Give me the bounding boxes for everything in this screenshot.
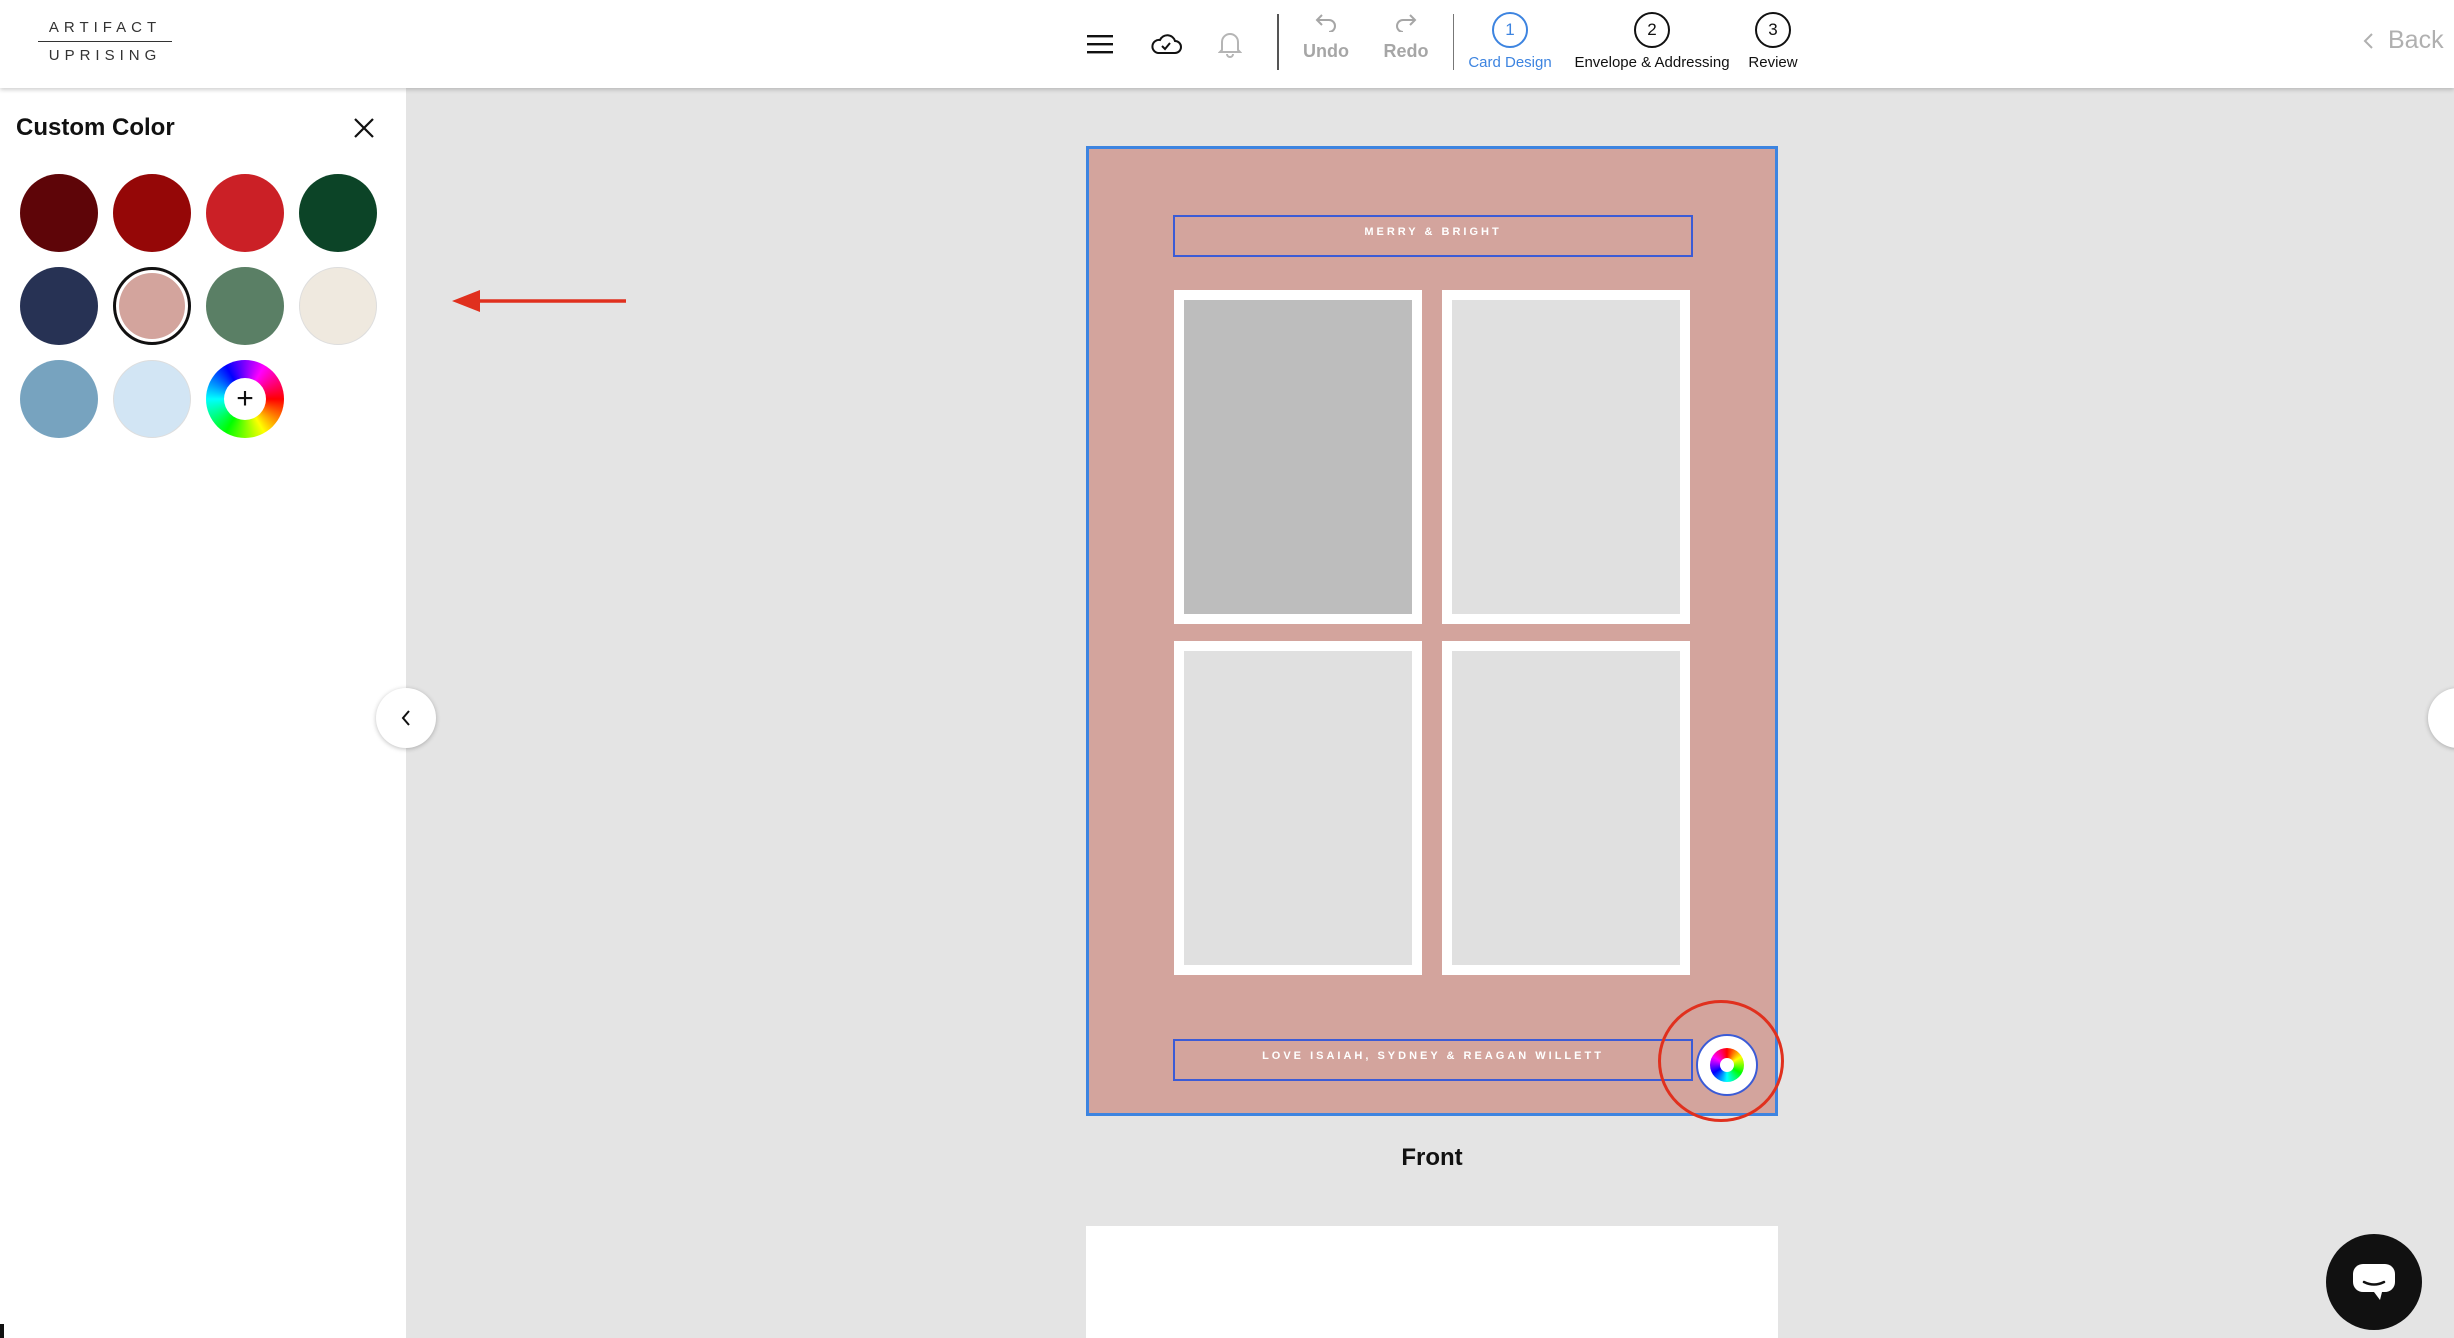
card-front[interactable]: MERRY & BRIGHT LOVE ISAIAH, SYDNEY & REA… xyxy=(1086,146,1778,1116)
chat-button[interactable] xyxy=(2326,1234,2422,1330)
next-page-button[interactable] xyxy=(2428,688,2454,748)
color-swatch[interactable] xyxy=(20,174,98,252)
previous-page-button[interactable] xyxy=(376,688,436,748)
chevron-left-icon xyxy=(2363,32,2373,49)
back-label: Back xyxy=(2388,26,2444,54)
undo-label: Undo xyxy=(1303,41,1349,61)
notifications-button[interactable] xyxy=(1212,24,1248,64)
photo-placeholder xyxy=(1184,651,1412,965)
bell-icon xyxy=(1218,33,1242,58)
chevron-left-icon xyxy=(401,710,410,726)
step-number: 3 xyxy=(1755,12,1791,48)
undo-icon xyxy=(1315,14,1336,33)
photo-placeholder xyxy=(1184,300,1412,614)
panel-title: Custom Color xyxy=(16,114,175,141)
chat-bubble-icon xyxy=(2353,1264,2395,1300)
redo-button[interactable]: Redo xyxy=(1374,12,1438,62)
toolbar-divider xyxy=(1277,14,1279,70)
logo-line-1: ARTIFACT xyxy=(48,19,162,36)
color-swatch-selected[interactable] xyxy=(113,267,191,345)
card-back[interactable] xyxy=(1086,1226,1778,1338)
step-number: 2 xyxy=(1634,12,1670,48)
custom-color-panel: Custom Color + xyxy=(0,88,406,1338)
color-swatch[interactable] xyxy=(113,174,191,252)
color-swatch[interactable] xyxy=(206,267,284,345)
photo-placeholder xyxy=(1452,300,1680,614)
color-swatch[interactable] xyxy=(299,267,377,345)
top-bar: ARTIFACT UPRISING Undo Redo 1 Card Desig… xyxy=(0,0,2454,88)
color-swatch[interactable] xyxy=(20,267,98,345)
close-panel-button[interactable] xyxy=(350,114,378,142)
photo-placeholder xyxy=(1452,651,1680,965)
toolbar-divider xyxy=(1453,14,1454,70)
signature-text-box[interactable]: LOVE ISAIAH, SYDNEY & REAGAN WILLETT xyxy=(1173,1039,1693,1081)
plus-icon: + xyxy=(224,378,266,420)
annotation-arrow xyxy=(452,290,626,312)
step-number: 1 xyxy=(1492,12,1528,48)
color-swatch[interactable] xyxy=(20,360,98,438)
photo-slot[interactable] xyxy=(1442,290,1690,624)
color-swatch[interactable] xyxy=(113,360,191,438)
annotation-circle xyxy=(1658,1000,1784,1122)
logo-divider xyxy=(38,41,172,42)
hamburger-icon xyxy=(1087,35,1113,54)
brand-logo[interactable]: ARTIFACT UPRISING xyxy=(38,18,172,66)
photo-slot[interactable] xyxy=(1174,290,1422,624)
step-label: Review xyxy=(1748,54,1798,71)
greeting-text-box[interactable]: MERRY & BRIGHT xyxy=(1173,215,1693,257)
redo-icon xyxy=(1396,14,1417,33)
color-swatch[interactable] xyxy=(206,174,284,252)
close-icon xyxy=(354,118,374,138)
step-review[interactable]: 3 Review xyxy=(1742,12,1804,71)
undo-button[interactable]: Undo xyxy=(1294,12,1358,62)
step-card-design[interactable]: 1 Card Design xyxy=(1462,12,1558,71)
step-label: Envelope & Addressing xyxy=(1574,54,1730,71)
logo-line-2: UPRISING xyxy=(48,47,162,64)
add-custom-color-button[interactable]: + xyxy=(206,360,284,438)
card-side-label: Front xyxy=(1401,1144,1463,1171)
cloud-check-icon xyxy=(1151,34,1182,54)
redo-label: Redo xyxy=(1383,41,1429,61)
cloud-save-button[interactable] xyxy=(1144,24,1188,64)
step-label: Card Design xyxy=(1468,54,1552,71)
window-edge xyxy=(0,1324,4,1338)
back-button[interactable]: Back xyxy=(2362,26,2444,55)
photo-slot[interactable] xyxy=(1174,641,1422,975)
menu-button[interactable] xyxy=(1080,24,1120,64)
step-envelope-addressing[interactable]: 2 Envelope & Addressing xyxy=(1570,12,1734,71)
color-swatch[interactable] xyxy=(299,174,377,252)
photo-slot[interactable] xyxy=(1442,641,1690,975)
